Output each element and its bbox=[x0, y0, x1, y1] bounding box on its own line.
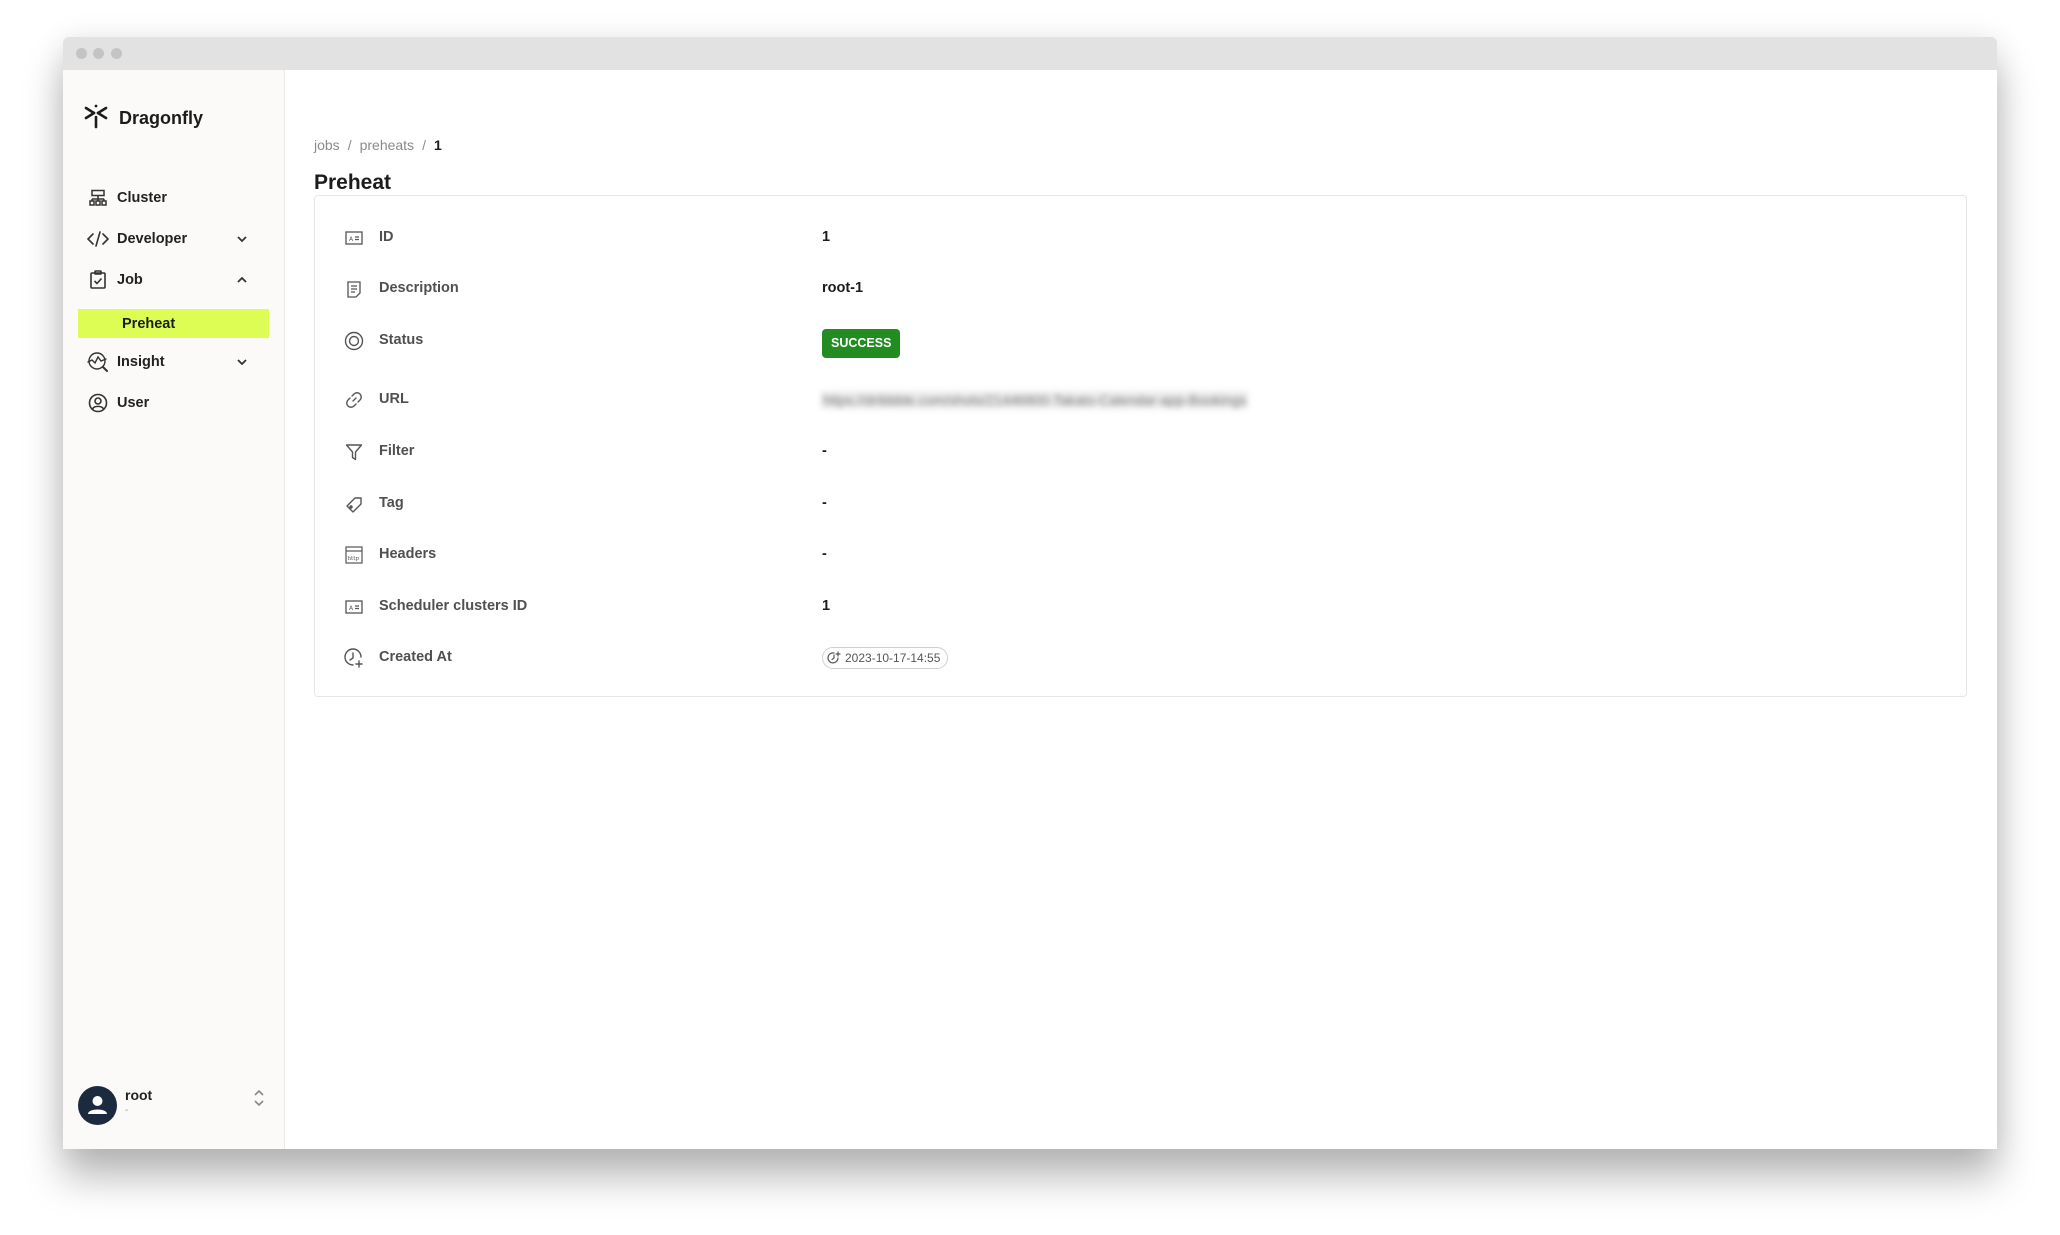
detail-value-id: 1 bbox=[822, 229, 831, 245]
sidebar-item-cluster[interactable]: Cluster bbox=[78, 183, 269, 213]
user-menu[interactable]: root - bbox=[78, 1083, 269, 1127]
http-icon: http bbox=[343, 544, 365, 566]
clock-icon bbox=[827, 651, 841, 664]
brand-name: Dragonfly bbox=[119, 108, 204, 128]
sidebar-item-job[interactable]: Job bbox=[78, 265, 269, 295]
chevron-down-icon[interactable] bbox=[235, 355, 249, 369]
detail-label: Description bbox=[379, 280, 459, 296]
detail-row-status: Status SUCCESS bbox=[315, 321, 1966, 361]
unfold-icon[interactable] bbox=[252, 1087, 266, 1109]
user-circle-icon bbox=[87, 392, 109, 414]
detail-row-tag: Tag - bbox=[315, 484, 1966, 524]
insight-icon bbox=[87, 351, 109, 373]
chevron-up-icon[interactable] bbox=[235, 273, 249, 287]
created-at-chip: 2023-10-17-14:55 bbox=[822, 647, 949, 669]
window-close-button[interactable] bbox=[76, 48, 87, 59]
created-at-value: 2023-10-17-14:55 bbox=[845, 651, 941, 665]
sidebar-item-insight[interactable]: Insight bbox=[78, 347, 269, 377]
document-icon bbox=[343, 278, 365, 300]
sidebar-item-label: Insight bbox=[117, 354, 165, 370]
sidebar-item-user[interactable]: User bbox=[78, 388, 269, 418]
detail-row-scheduler-clusters-id: A Scheduler clusters ID 1 bbox=[315, 587, 1966, 627]
clipboard-check-icon bbox=[87, 269, 109, 291]
breadcrumb-separator: / bbox=[422, 137, 426, 153]
detail-value-url[interactable]: https://dribbble.com/shots/21446800-Taka… bbox=[821, 391, 1249, 409]
breadcrumb-separator: / bbox=[347, 137, 352, 153]
detail-label: Scheduler clusters ID bbox=[379, 598, 528, 614]
detail-label: Created At bbox=[379, 649, 452, 665]
detail-value-tag: - bbox=[822, 495, 827, 511]
window-maximize-button[interactable] bbox=[111, 48, 122, 59]
detail-row-created-at: Created At 2023-10-17-14:55 bbox=[315, 638, 1966, 678]
user-silhouette-icon bbox=[88, 1096, 107, 1114]
detail-value-headers: - bbox=[822, 546, 827, 562]
link-icon bbox=[343, 389, 365, 411]
sidebar-item-label: User bbox=[117, 395, 150, 411]
id-card-icon: A bbox=[343, 227, 365, 249]
detail-label: Filter bbox=[379, 443, 415, 459]
breadcrumb-preheats[interactable]: preheats bbox=[360, 137, 414, 153]
detail-value-filter: - bbox=[822, 443, 827, 459]
user-name: root bbox=[125, 1087, 153, 1103]
detail-row-url: URL https://dribbble.com/shots/21446800-… bbox=[315, 380, 1966, 420]
window-minimize-button[interactable] bbox=[93, 48, 104, 59]
dragonfly-logo-icon bbox=[83, 103, 109, 134]
sidebar-item-label: Job bbox=[117, 272, 143, 288]
details-card: A ID 1 Description root-1 Status SUCCESS bbox=[314, 195, 1967, 697]
user-subtitle: - bbox=[125, 1105, 129, 1116]
app-window: Dragonfly Cluster Developer Job Preheat … bbox=[63, 37, 1997, 1149]
avatar bbox=[78, 1086, 117, 1125]
tag-icon bbox=[343, 493, 365, 515]
chevron-down-icon[interactable] bbox=[235, 232, 249, 246]
filter-icon bbox=[343, 441, 365, 463]
detail-value-description: root-1 bbox=[822, 280, 864, 296]
clock-plus-icon bbox=[343, 647, 365, 669]
detail-row-description: Description root-1 bbox=[315, 269, 1966, 309]
sidebar-item-label: Cluster bbox=[117, 190, 167, 206]
cluster-icon bbox=[87, 187, 109, 209]
id-card-icon: A bbox=[343, 596, 365, 618]
sidebar-item-label: Developer bbox=[117, 231, 188, 247]
sidebar: Dragonfly Cluster Developer Job Preheat … bbox=[63, 70, 285, 1149]
breadcrumb-current: 1 bbox=[433, 137, 442, 153]
detail-label: Tag bbox=[379, 495, 404, 511]
detail-label: Headers bbox=[379, 546, 437, 562]
sidebar-subitem-label: Preheat bbox=[122, 315, 176, 332]
svg-text:A: A bbox=[349, 605, 354, 612]
breadcrumb-jobs[interactable]: jobs bbox=[314, 137, 340, 153]
sidebar-subitem-preheat[interactable]: Preheat bbox=[78, 309, 269, 338]
brand[interactable]: Dragonfly bbox=[83, 103, 203, 134]
svg-text:http: http bbox=[348, 556, 360, 562]
svg-text:A: A bbox=[349, 236, 354, 243]
window-titlebar bbox=[63, 37, 1997, 70]
sidebar-item-developer[interactable]: Developer bbox=[78, 224, 269, 254]
detail-row-headers: http Headers - bbox=[315, 535, 1966, 575]
detail-value-scheduler-clusters-id: 1 bbox=[822, 598, 831, 614]
detail-label: Status bbox=[379, 332, 424, 348]
breadcrumb: jobs / preheats / 1 bbox=[314, 137, 442, 153]
main-content: jobs / preheats / 1 Preheat A ID 1 Descr… bbox=[285, 70, 1997, 1149]
status-circle-icon bbox=[343, 330, 365, 352]
status-badge: SUCCESS bbox=[822, 329, 901, 358]
detail-row-filter: Filter - bbox=[315, 432, 1966, 472]
page-title: Preheat bbox=[314, 171, 392, 194]
detail-label: ID bbox=[379, 229, 394, 245]
code-icon bbox=[87, 228, 109, 250]
detail-label: URL bbox=[379, 391, 409, 407]
detail-row-id: A ID 1 bbox=[315, 218, 1966, 258]
